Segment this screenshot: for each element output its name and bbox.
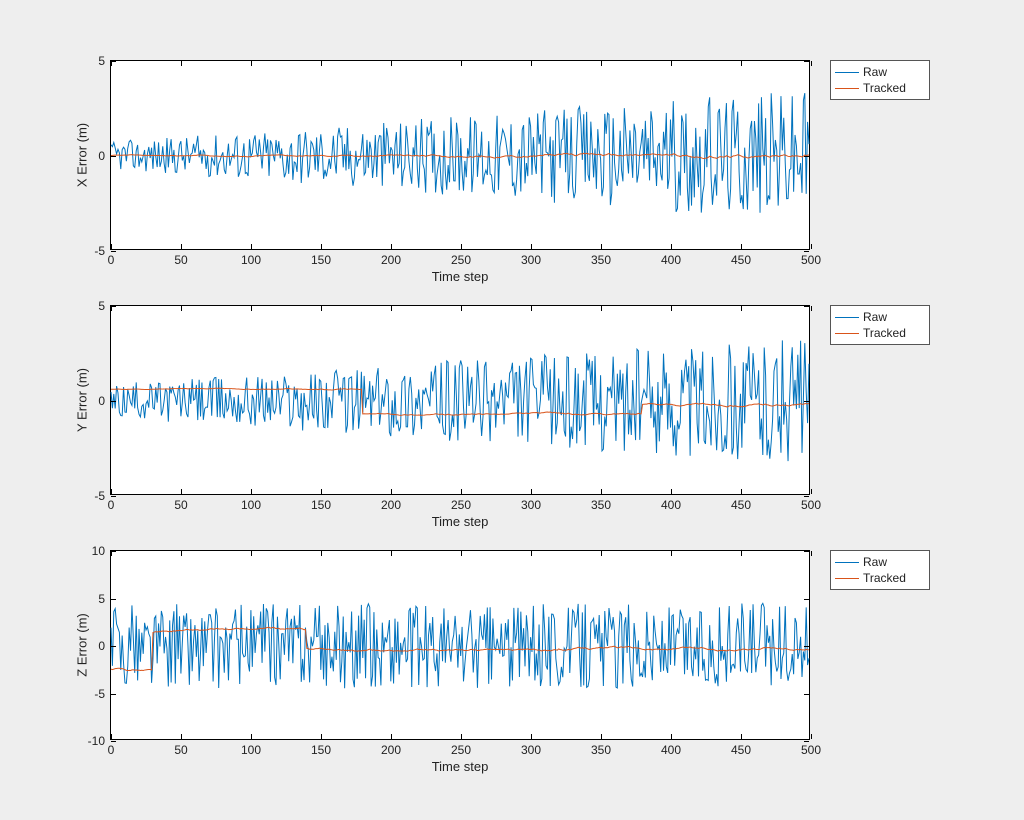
xtick: 500 xyxy=(801,743,821,757)
legend-label-tracked: Tracked xyxy=(863,326,906,340)
ytick: 0 xyxy=(98,639,105,653)
xtick: 450 xyxy=(731,253,751,267)
xtick: 250 xyxy=(451,498,471,512)
xtick: 300 xyxy=(521,498,541,512)
xtick: 100 xyxy=(241,743,261,757)
legend-swatch-raw xyxy=(835,562,859,563)
xtick: 200 xyxy=(381,253,401,267)
xtick: 0 xyxy=(108,498,115,512)
ytick: 10 xyxy=(92,544,105,558)
legend-tracked: Tracked xyxy=(835,570,925,586)
xtick: 250 xyxy=(451,253,471,267)
xtick: 350 xyxy=(591,253,611,267)
legend-raw: Raw xyxy=(835,309,925,325)
ylabel-y: Y Error (m) xyxy=(75,368,90,432)
xlabel-y: Time step xyxy=(432,514,489,529)
legend-label-raw: Raw xyxy=(863,310,887,324)
ylabel-z: Z Error (m) xyxy=(74,613,89,677)
figure-window: 050100150200250300350400450500-505 X Err… xyxy=(0,0,1024,820)
legend-z: Raw Tracked xyxy=(830,550,930,590)
plot-y xyxy=(111,306,809,495)
xtick: 100 xyxy=(241,253,261,267)
xtick: 300 xyxy=(521,253,541,267)
plot-x xyxy=(111,61,809,250)
ytick: -5 xyxy=(94,489,105,503)
xtick: 400 xyxy=(661,743,681,757)
xtick: 200 xyxy=(381,743,401,757)
xtick: 450 xyxy=(731,743,751,757)
xtick: 0 xyxy=(108,743,115,757)
xtick: 350 xyxy=(591,498,611,512)
xtick: 100 xyxy=(241,498,261,512)
legend-raw: Raw xyxy=(835,554,925,570)
legend-x: Raw Tracked xyxy=(830,60,930,100)
legend-y: Raw Tracked xyxy=(830,305,930,345)
ytick: 0 xyxy=(98,394,105,408)
xtick: 400 xyxy=(661,498,681,512)
subplot-x-error: 050100150200250300350400450500-505 X Err… xyxy=(110,60,810,250)
xtick: 150 xyxy=(311,498,331,512)
ytick: 5 xyxy=(98,54,105,68)
legend-label-tracked: Tracked xyxy=(863,81,906,95)
legend-swatch-tracked xyxy=(835,333,859,334)
legend-swatch-raw xyxy=(835,317,859,318)
xlabel-z: Time step xyxy=(432,759,489,774)
xtick: 50 xyxy=(174,498,187,512)
xtick: 450 xyxy=(731,498,751,512)
ytick: 5 xyxy=(98,592,105,606)
legend-label-tracked: Tracked xyxy=(863,571,906,585)
subplot-y-error: 050100150200250300350400450500-505 Y Err… xyxy=(110,305,810,495)
legend-tracked: Tracked xyxy=(835,325,925,341)
xtick: 0 xyxy=(108,253,115,267)
legend-tracked: Tracked xyxy=(835,80,925,96)
raw-series-z xyxy=(111,603,809,688)
xtick: 500 xyxy=(801,498,821,512)
ytick: -10 xyxy=(88,734,105,748)
axes-z: 050100150200250300350400450500-10-50510 xyxy=(110,550,810,740)
ytick: -5 xyxy=(94,687,105,701)
xtick: 250 xyxy=(451,743,471,757)
legend-label-raw: Raw xyxy=(863,65,887,79)
raw-series-x xyxy=(111,93,809,213)
axes-y: 050100150200250300350400450500-505 xyxy=(110,305,810,495)
xtick: 150 xyxy=(311,743,331,757)
raw-series-y xyxy=(111,340,809,461)
xtick: 150 xyxy=(311,253,331,267)
xtick: 500 xyxy=(801,253,821,267)
xtick: 200 xyxy=(381,498,401,512)
plot-z xyxy=(111,551,809,740)
ytick: 5 xyxy=(98,299,105,313)
xtick: 300 xyxy=(521,743,541,757)
tracked-series-y xyxy=(111,388,809,415)
legend-swatch-tracked xyxy=(835,88,859,89)
ytick: -5 xyxy=(94,244,105,258)
legend-raw: Raw xyxy=(835,64,925,80)
legend-label-raw: Raw xyxy=(863,555,887,569)
xtick: 400 xyxy=(661,253,681,267)
legend-swatch-raw xyxy=(835,72,859,73)
xtick: 50 xyxy=(174,253,187,267)
subplot-z-error: 050100150200250300350400450500-10-50510 … xyxy=(110,550,810,740)
ylabel-x: X Error (m) xyxy=(75,123,90,187)
xlabel-x: Time step xyxy=(432,269,489,284)
ytick: 0 xyxy=(98,149,105,163)
legend-swatch-tracked xyxy=(835,578,859,579)
xtick: 50 xyxy=(174,743,187,757)
xtick: 350 xyxy=(591,743,611,757)
axes-x: 050100150200250300350400450500-505 xyxy=(110,60,810,250)
